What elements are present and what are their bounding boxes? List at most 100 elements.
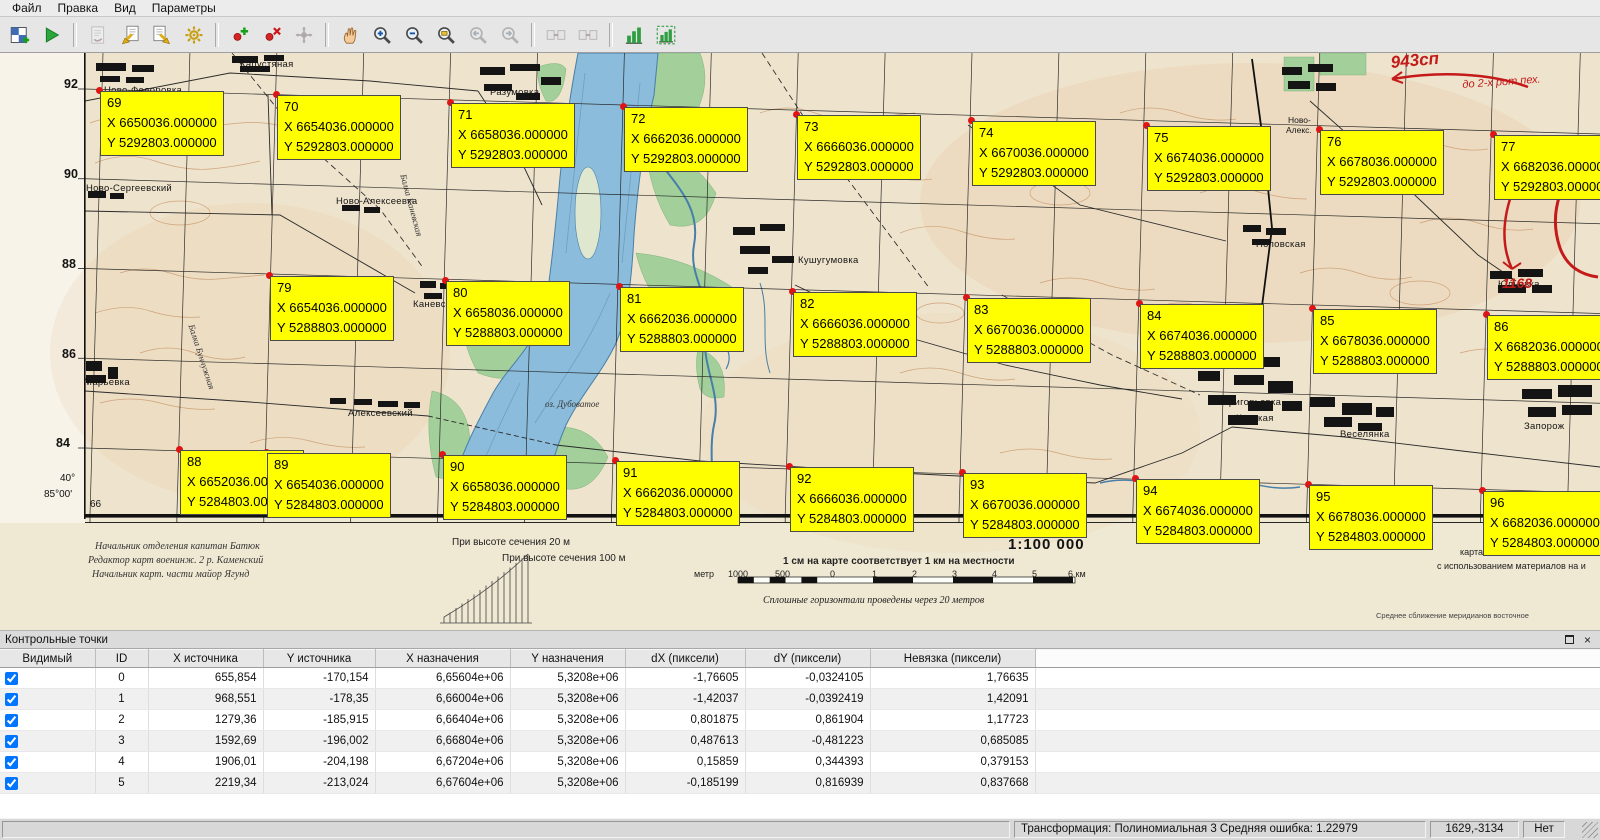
table-cell: 5	[95, 773, 148, 794]
zoom-in-button[interactable]	[367, 21, 397, 49]
column-header[interactable]: Y назначения	[510, 650, 625, 668]
gcp-panel-title: Контрольные точки	[5, 634, 1559, 646]
gcp-table-row[interactable]: 52219,34-213,0246,67604e+065,3208e+06-0,…	[0, 773, 1600, 794]
zoom-last-icon	[468, 25, 488, 45]
table-cell: 5,3208e+06	[510, 773, 625, 794]
table-cell: 6,65604e+06	[375, 668, 510, 689]
open-raster-button[interactable]	[5, 21, 35, 49]
start-georeferencing-button[interactable]	[37, 21, 67, 49]
topographic-map-image	[0, 53, 1600, 630]
georeferencer-window: ФайлПравкаВидПараметры	[0, 0, 1600, 840]
table-cell: 1	[95, 689, 148, 710]
menu-edit[interactable]: Правка	[50, 0, 107, 16]
zoom-to-layer-button[interactable]	[431, 21, 461, 49]
map-viewport[interactable]: 929088868440°85°00'66КапустянаяНово-Федо…	[0, 53, 1600, 630]
column-header[interactable]: dX (пиксели)	[625, 650, 745, 668]
cell-filler	[1035, 710, 1600, 731]
visibility-checkbox[interactable]	[5, 672, 18, 685]
toolbar-separator	[73, 23, 77, 47]
table-cell: 6,66804e+06	[375, 731, 510, 752]
column-header-filler	[1035, 650, 1600, 668]
table-cell: 0,15859	[625, 752, 745, 773]
link-qgis-to-georeferencer-button	[573, 21, 603, 49]
panel-close-button[interactable]: ×	[1580, 633, 1595, 647]
gcp-panel: Контрольные точки × ВидимыйIDX источника…	[0, 630, 1600, 819]
gcp-table: ВидимыйIDX источникаY источникаX назначе…	[0, 649, 1600, 794]
table-cell: -185,915	[263, 710, 375, 731]
visibility-checkbox[interactable]	[5, 693, 18, 706]
column-header[interactable]: X источника	[148, 650, 263, 668]
cell-filler	[1035, 689, 1600, 710]
table-cell: 5,3208e+06	[510, 710, 625, 731]
table-cell: -170,154	[263, 668, 375, 689]
gcp-table-header: ВидимыйIDX источникаY источникаX назначе…	[0, 650, 1600, 668]
table-cell: 2	[95, 710, 148, 731]
gcp-table-row[interactable]: 1968,551-178,356,66004e+065,3208e+06-1,4…	[0, 689, 1600, 710]
gcp-table-row[interactable]: 31592,69-196,0026,66804e+065,3208e+060,4…	[0, 731, 1600, 752]
generate-script-button	[83, 21, 113, 49]
generate-script-icon	[88, 25, 108, 45]
column-header[interactable]: ID	[95, 650, 148, 668]
visibility-checkbox[interactable]	[5, 777, 18, 790]
add-point-button[interactable]	[225, 21, 255, 49]
visible-cell	[0, 731, 95, 752]
column-header[interactable]: dY (пиксели)	[745, 650, 870, 668]
menu-view[interactable]: Вид	[106, 0, 144, 16]
zoom-out-icon	[404, 25, 424, 45]
table-cell: 0,379153	[870, 752, 1035, 773]
visible-cell	[0, 773, 95, 794]
resize-grip[interactable]	[1582, 822, 1598, 838]
table-cell: -0,0392419	[745, 689, 870, 710]
gcp-table-row[interactable]: 21279,36-185,9156,66404e+065,3208e+060,8…	[0, 710, 1600, 731]
histogram-stretch-local-button[interactable]	[651, 21, 681, 49]
menu-file[interactable]: Файл	[4, 0, 50, 16]
link-georeferencer-to-qgis-button	[541, 21, 571, 49]
gcp-panel-titlebar: Контрольные точки ×	[0, 631, 1600, 649]
table-cell: 5,3208e+06	[510, 689, 625, 710]
table-cell: 1,76635	[870, 668, 1035, 689]
table-cell: 1906,01	[148, 752, 263, 773]
table-cell: -1,76605	[625, 668, 745, 689]
table-cell: 1592,69	[148, 731, 263, 752]
panel-float-button[interactable]	[1562, 633, 1577, 647]
table-cell: 655,854	[148, 668, 263, 689]
visibility-checkbox[interactable]	[5, 756, 18, 769]
load-gcp-points-button[interactable]	[115, 21, 145, 49]
toolbar-separator	[215, 23, 219, 47]
zoom-in-icon	[372, 25, 392, 45]
histogram-stretch-full-button[interactable]	[619, 21, 649, 49]
column-header[interactable]: Видимый	[0, 650, 95, 668]
gcp-table-row[interactable]: 0655,854-170,1546,65604e+065,3208e+06-1,…	[0, 668, 1600, 689]
visibility-checkbox[interactable]	[5, 735, 18, 748]
save-gcp-points-button[interactable]	[147, 21, 177, 49]
table-cell: -196,002	[263, 731, 375, 752]
gcp-table-row[interactable]: 41906,01-204,1986,67204e+065,3208e+060,1…	[0, 752, 1600, 773]
status-flag: Нет	[1523, 821, 1565, 838]
table-cell: -0,0324105	[745, 668, 870, 689]
column-header[interactable]: Y источника	[263, 650, 375, 668]
table-cell: 6,67204e+06	[375, 752, 510, 773]
close-icon: ×	[1584, 634, 1591, 646]
table-cell: 6,66004e+06	[375, 689, 510, 710]
table-cell: 5,3208e+06	[510, 731, 625, 752]
link-qgis-to-georeferencer-icon	[578, 25, 598, 45]
visibility-checkbox[interactable]	[5, 714, 18, 727]
delete-point-button[interactable]	[257, 21, 287, 49]
table-cell: 1,17723	[870, 710, 1035, 731]
histogram-stretch-local-icon	[656, 25, 676, 45]
pan-button[interactable]	[335, 21, 365, 49]
cursor-coordinates: 1629,-3134	[1430, 821, 1519, 838]
cell-filler	[1035, 752, 1600, 773]
transformation-settings-icon	[184, 25, 204, 45]
cell-filler	[1035, 773, 1600, 794]
toolbar	[0, 17, 1600, 53]
table-cell: 0	[95, 668, 148, 689]
table-cell: 1279,36	[148, 710, 263, 731]
table-cell: 3	[95, 731, 148, 752]
column-header[interactable]: X назначения	[375, 650, 510, 668]
transformation-settings-button[interactable]	[179, 21, 209, 49]
zoom-out-button[interactable]	[399, 21, 429, 49]
visible-cell	[0, 689, 95, 710]
column-header[interactable]: Невязка (пиксели)	[870, 650, 1035, 668]
menu-settings[interactable]: Параметры	[144, 0, 224, 16]
